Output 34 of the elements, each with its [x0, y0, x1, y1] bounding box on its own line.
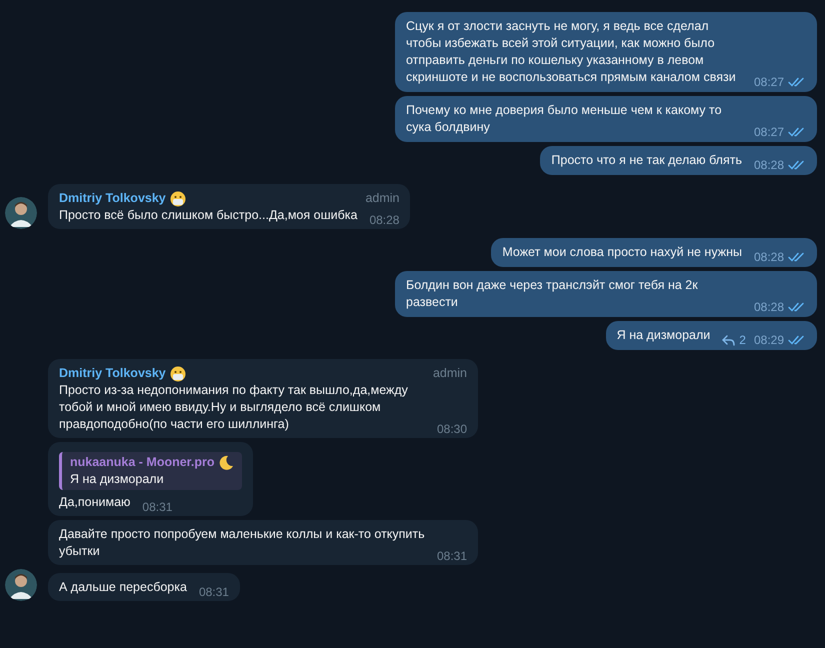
message-time: 08:29 [754, 333, 784, 347]
quote-text: Я на дизморали [70, 471, 165, 488]
reply-icon [722, 334, 736, 346]
message-text: Просто что я не так делаю блять [551, 152, 742, 169]
message-text: А дальше пересборка [59, 579, 187, 596]
message-text: Я на дизморали [616, 327, 710, 344]
crescent-moon-icon [218, 454, 234, 470]
message-text: Может мои слова просто нахуй не нужны [502, 244, 742, 261]
role-label: admin [365, 190, 400, 207]
message-time: 08:28 [369, 213, 400, 227]
role-label: admin [432, 365, 467, 382]
message-time: 08:28 [754, 300, 784, 314]
reply-quote[interactable]: nukaanuka - Mooner.pro Я на дизморали [59, 452, 242, 490]
message-time: 08:31 [142, 500, 172, 514]
message-text: Давайте просто попробуем маленькие коллы и как-то откупить убытки [59, 526, 425, 560]
message-text: Просто всё было слишком быстро...Да,моя ошибка [59, 207, 358, 224]
mask-face-icon [170, 190, 186, 206]
message-time: 08:28 [754, 158, 784, 172]
sender-name[interactable]: Dmitriy Tolkovsky [59, 365, 166, 382]
message-time: 08:27 [754, 125, 784, 139]
message-time: 08:28 [754, 250, 784, 264]
sender-name[interactable]: Dmitriy Tolkovsky [59, 190, 166, 207]
quote-author: nukaanuka - Mooner.pro [70, 454, 214, 471]
message-time: 08:27 [754, 75, 784, 89]
message-time: 08:30 [436, 422, 467, 436]
message-time: 08:31 [198, 585, 229, 599]
reply-count[interactable]: 2 [722, 333, 746, 347]
message-text: Просто из-за недопонимания по факту так вышло,да,между тобой и мной имею ввиду.Ну и выглядело всё слишком правдоподобно(по части его шиллинга) [59, 382, 409, 433]
message-text: Сцук я от злости заснуть не могу, я ведь все сделал чтобы избежать всей этой ситуации, как можно было отправить деньги по кошельку указанному в левом скриншоте и не воспользоваться прямым каналом связи [406, 18, 737, 86]
message-text: Почему ко мне доверия было меньше чем к какому то сука болдвину [406, 102, 723, 136]
mask-face-icon [170, 366, 186, 382]
message-time: 08:31 [436, 549, 467, 563]
message-text: Болдин вон даже через транслэйт смог тебя на 2к развести [406, 277, 699, 311]
message-text: Да,понимаю [59, 494, 130, 511]
